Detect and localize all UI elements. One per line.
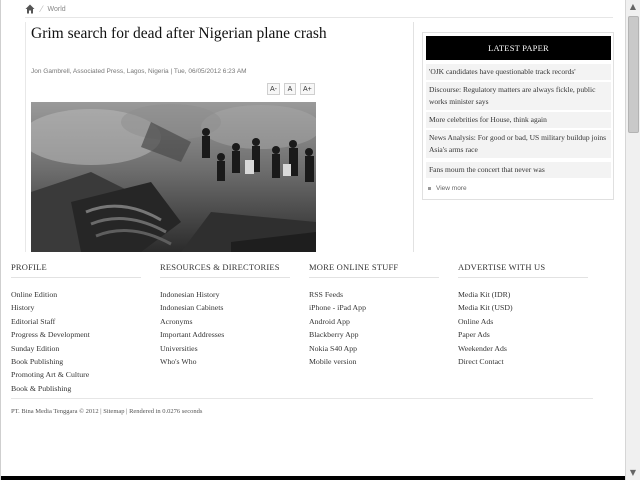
footer-heading: RESOURCES & DIRECTORIES bbox=[160, 262, 280, 272]
footer-heading: PROFILE bbox=[11, 262, 47, 272]
footer-column-advertise: ADVERTISE WITH US Media Kit (IDR) Media … bbox=[458, 262, 588, 368]
footer-link[interactable]: Progress & Development bbox=[11, 328, 141, 341]
footer-link[interactable]: Book & Publishing bbox=[11, 382, 141, 395]
footer-divider bbox=[160, 277, 290, 278]
footer-link[interactable]: History bbox=[11, 301, 141, 314]
footer-column-profile: PROFILE Online Edition History Editorial… bbox=[11, 262, 141, 395]
latest-paper-heading: LATEST PAPER bbox=[426, 36, 611, 60]
footer-link[interactable]: RSS Feeds bbox=[309, 288, 439, 301]
scrollbar-thumb[interactable] bbox=[628, 16, 639, 133]
footer-link[interactable]: Book Publishing bbox=[11, 355, 141, 368]
scroll-down-arrow-icon[interactable]: ▼ bbox=[626, 466, 640, 480]
latest-paper-panel: LATEST PAPER 'OJK candidates have questi… bbox=[422, 32, 614, 200]
footer-link[interactable]: Paper Ads bbox=[458, 328, 588, 341]
footer-column-resources: RESOURCES & DIRECTORIES Indonesian Histo… bbox=[160, 262, 290, 368]
latest-paper-item[interactable]: More celebrities for House, think again bbox=[426, 112, 611, 128]
breadcrumb-section-link[interactable]: World bbox=[48, 6, 66, 13]
view-more-label: View more bbox=[436, 185, 467, 192]
footer-divider bbox=[309, 277, 439, 278]
bullet-icon bbox=[428, 187, 431, 190]
footer-link[interactable]: Important Addresses bbox=[160, 328, 290, 341]
latest-paper-item[interactable]: Discourse: Regulatory matters are always… bbox=[426, 82, 611, 110]
render-time-text: | Rendered in 0.0276 seconds bbox=[126, 408, 203, 415]
footer-link[interactable]: Editorial Staff bbox=[11, 315, 141, 328]
footer-link[interactable]: Blackberry App bbox=[309, 328, 439, 341]
latest-paper-item[interactable]: News Analysis: For good or bad, US milit… bbox=[426, 130, 611, 158]
breadcrumb-divider bbox=[25, 17, 613, 18]
footer-link[interactable]: Acronyms bbox=[160, 315, 290, 328]
footer-heading: MORE ONLINE STUFF bbox=[309, 262, 399, 272]
bottom-bar bbox=[1, 476, 627, 480]
breadcrumb: ⁄ World bbox=[25, 2, 66, 16]
article-byline: Jon Gambrell, Associated Press, Lagos, N… bbox=[31, 68, 247, 75]
footer-link[interactable]: Indonesian Cabinets bbox=[160, 301, 290, 314]
latest-paper-item[interactable]: 'OJK candidates have questionable track … bbox=[426, 64, 611, 80]
footer-link[interactable]: Indonesian History bbox=[160, 288, 290, 301]
sitemap-link[interactable]: Sitemap bbox=[103, 408, 124, 415]
footer-bottom-divider bbox=[11, 398, 593, 399]
latest-paper-item[interactable]: Fans mourn the concert that never was bbox=[426, 162, 611, 178]
footer-divider bbox=[458, 277, 588, 278]
footer-link[interactable]: iPhone - iPad App bbox=[309, 301, 439, 314]
footer-link[interactable]: Online Edition bbox=[11, 288, 141, 301]
breadcrumb-separator-icon: ⁄ bbox=[41, 4, 43, 14]
page-frame: ⁄ World Grim search for dead after Niger… bbox=[0, 0, 627, 480]
footer-link[interactable]: Media Kit (USD) bbox=[458, 301, 588, 314]
font-size-controls: A- A A+ bbox=[267, 83, 315, 95]
home-icon[interactable] bbox=[25, 4, 35, 14]
footer-link[interactable]: Weekender Ads bbox=[458, 342, 588, 355]
footer-link[interactable]: Sunday Edition bbox=[11, 342, 141, 355]
copyright-text: PT. Bina Media Tenggara © 2012 | bbox=[11, 408, 102, 415]
article-title: Grim search for dead after Nigerian plan… bbox=[31, 25, 327, 42]
footer-link[interactable]: Online Ads bbox=[458, 315, 588, 328]
footer-link[interactable]: Direct Contact bbox=[458, 355, 588, 368]
footer-link[interactable]: Mobile version bbox=[309, 355, 439, 368]
footer-link[interactable]: Media Kit (IDR) bbox=[458, 288, 588, 301]
copyright-line: PT. Bina Media Tenggara © 2012 | Sitemap… bbox=[11, 408, 202, 415]
font-increase-button[interactable]: A+ bbox=[300, 83, 315, 95]
footer-link[interactable]: Android App bbox=[309, 315, 439, 328]
footer-link[interactable]: Who's Who bbox=[160, 355, 290, 368]
font-reset-button[interactable]: A bbox=[284, 83, 296, 95]
view-more-link[interactable]: View more bbox=[428, 185, 467, 192]
footer-divider bbox=[11, 277, 141, 278]
footer-link[interactable]: Universities bbox=[160, 342, 290, 355]
scroll-up-arrow-icon[interactable]: ▲ bbox=[626, 0, 640, 14]
footer-heading: ADVERTISE WITH US bbox=[458, 262, 546, 272]
footer-column-online-stuff: MORE ONLINE STUFF RSS Feeds iPhone - iPa… bbox=[309, 262, 439, 368]
vertical-scrollbar[interactable]: ▲ ▼ bbox=[625, 0, 640, 480]
footer-link[interactable]: Nokia S40 App bbox=[309, 342, 439, 355]
article-photo bbox=[31, 102, 316, 252]
footer-link[interactable]: Promoting Art & Culture bbox=[11, 368, 141, 381]
font-decrease-button[interactable]: A- bbox=[267, 83, 280, 95]
